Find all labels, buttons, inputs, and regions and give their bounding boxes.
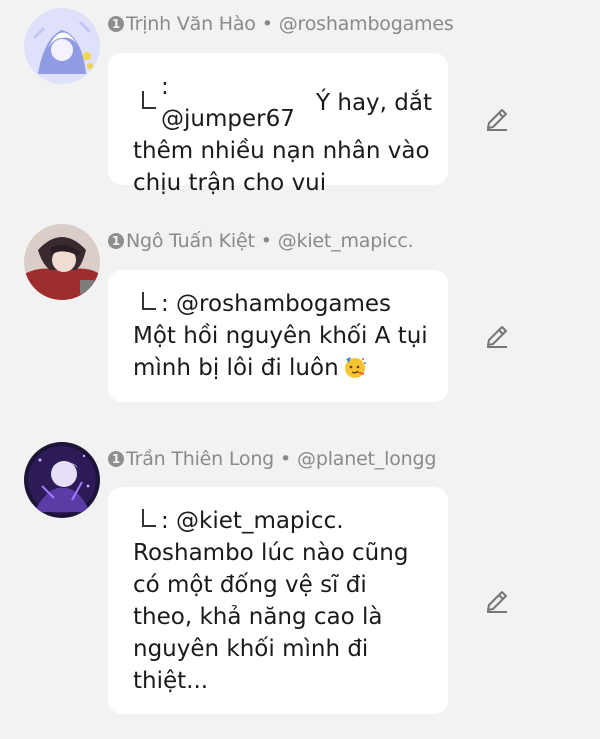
avatar[interactable] [24, 8, 100, 84]
rank-badge: 1 [108, 451, 124, 467]
rank-badge: 1 [108, 16, 124, 32]
avatar-image [24, 224, 100, 300]
reply-arrow-icon [142, 292, 156, 310]
avatar-image [24, 442, 100, 518]
reply-arrow-icon [142, 91, 156, 109]
reply-mention[interactable]: : @kiet_mapicc. [161, 505, 344, 537]
comment-text: thêm nhiều nạn nhân vào chịu trận cho vu… [133, 138, 430, 196]
reply-mention[interactable]: : @jumper67 [161, 71, 309, 135]
author-handle[interactable]: @planet_longg [297, 448, 436, 470]
rank-badge: 1 [108, 233, 124, 249]
avatar-image [24, 8, 100, 84]
pencil-icon[interactable] [484, 323, 510, 349]
comment-meta: 1 Trần Thiên Long • @planet_longg [108, 448, 436, 470]
comment-bubble[interactable]: : @kiet_mapicc. Roshambo lúc nào cũng có… [108, 487, 448, 714]
separator: • [280, 448, 292, 470]
author-name[interactable]: Trịnh Văn Hào [126, 13, 256, 35]
comment-text-start: Ý hay, dắt [308, 90, 432, 116]
separator: • [260, 230, 272, 252]
comment-text: Một hồi nguyên khối A tụi mình bị lôi đi… [133, 323, 428, 381]
comment-meta: 1 Trịnh Văn Hào • @roshambogames [108, 13, 454, 35]
pencil-icon[interactable] [484, 588, 510, 614]
author-handle[interactable]: @roshambogames [279, 13, 454, 35]
pencil-icon[interactable] [484, 106, 510, 132]
comment-meta: 1 Ngô Tuấn Kiệt • @kiet_mapicc. [108, 230, 414, 252]
comment-text: Roshambo lúc nào cũng có một đống vệ sĩ … [133, 540, 409, 694]
reply-mention[interactable]: : @roshambogames [161, 288, 391, 320]
party-face-emoji [344, 357, 366, 378]
avatar[interactable] [24, 224, 100, 300]
avatar[interactable] [24, 442, 100, 518]
author-name[interactable]: Trần Thiên Long [126, 448, 274, 470]
separator: • [261, 13, 273, 35]
reply-arrow-icon [142, 509, 156, 527]
comment-bubble[interactable]: : @jumper67 Ý hay, dắt thêm nhiều nạn nh… [108, 53, 448, 196]
comment-bubble[interactable]: : @roshambogames Một hồi nguyên khối A t… [108, 270, 448, 402]
author-name[interactable]: Ngô Tuấn Kiệt [126, 230, 255, 252]
author-handle[interactable]: @kiet_mapicc. [278, 230, 414, 252]
